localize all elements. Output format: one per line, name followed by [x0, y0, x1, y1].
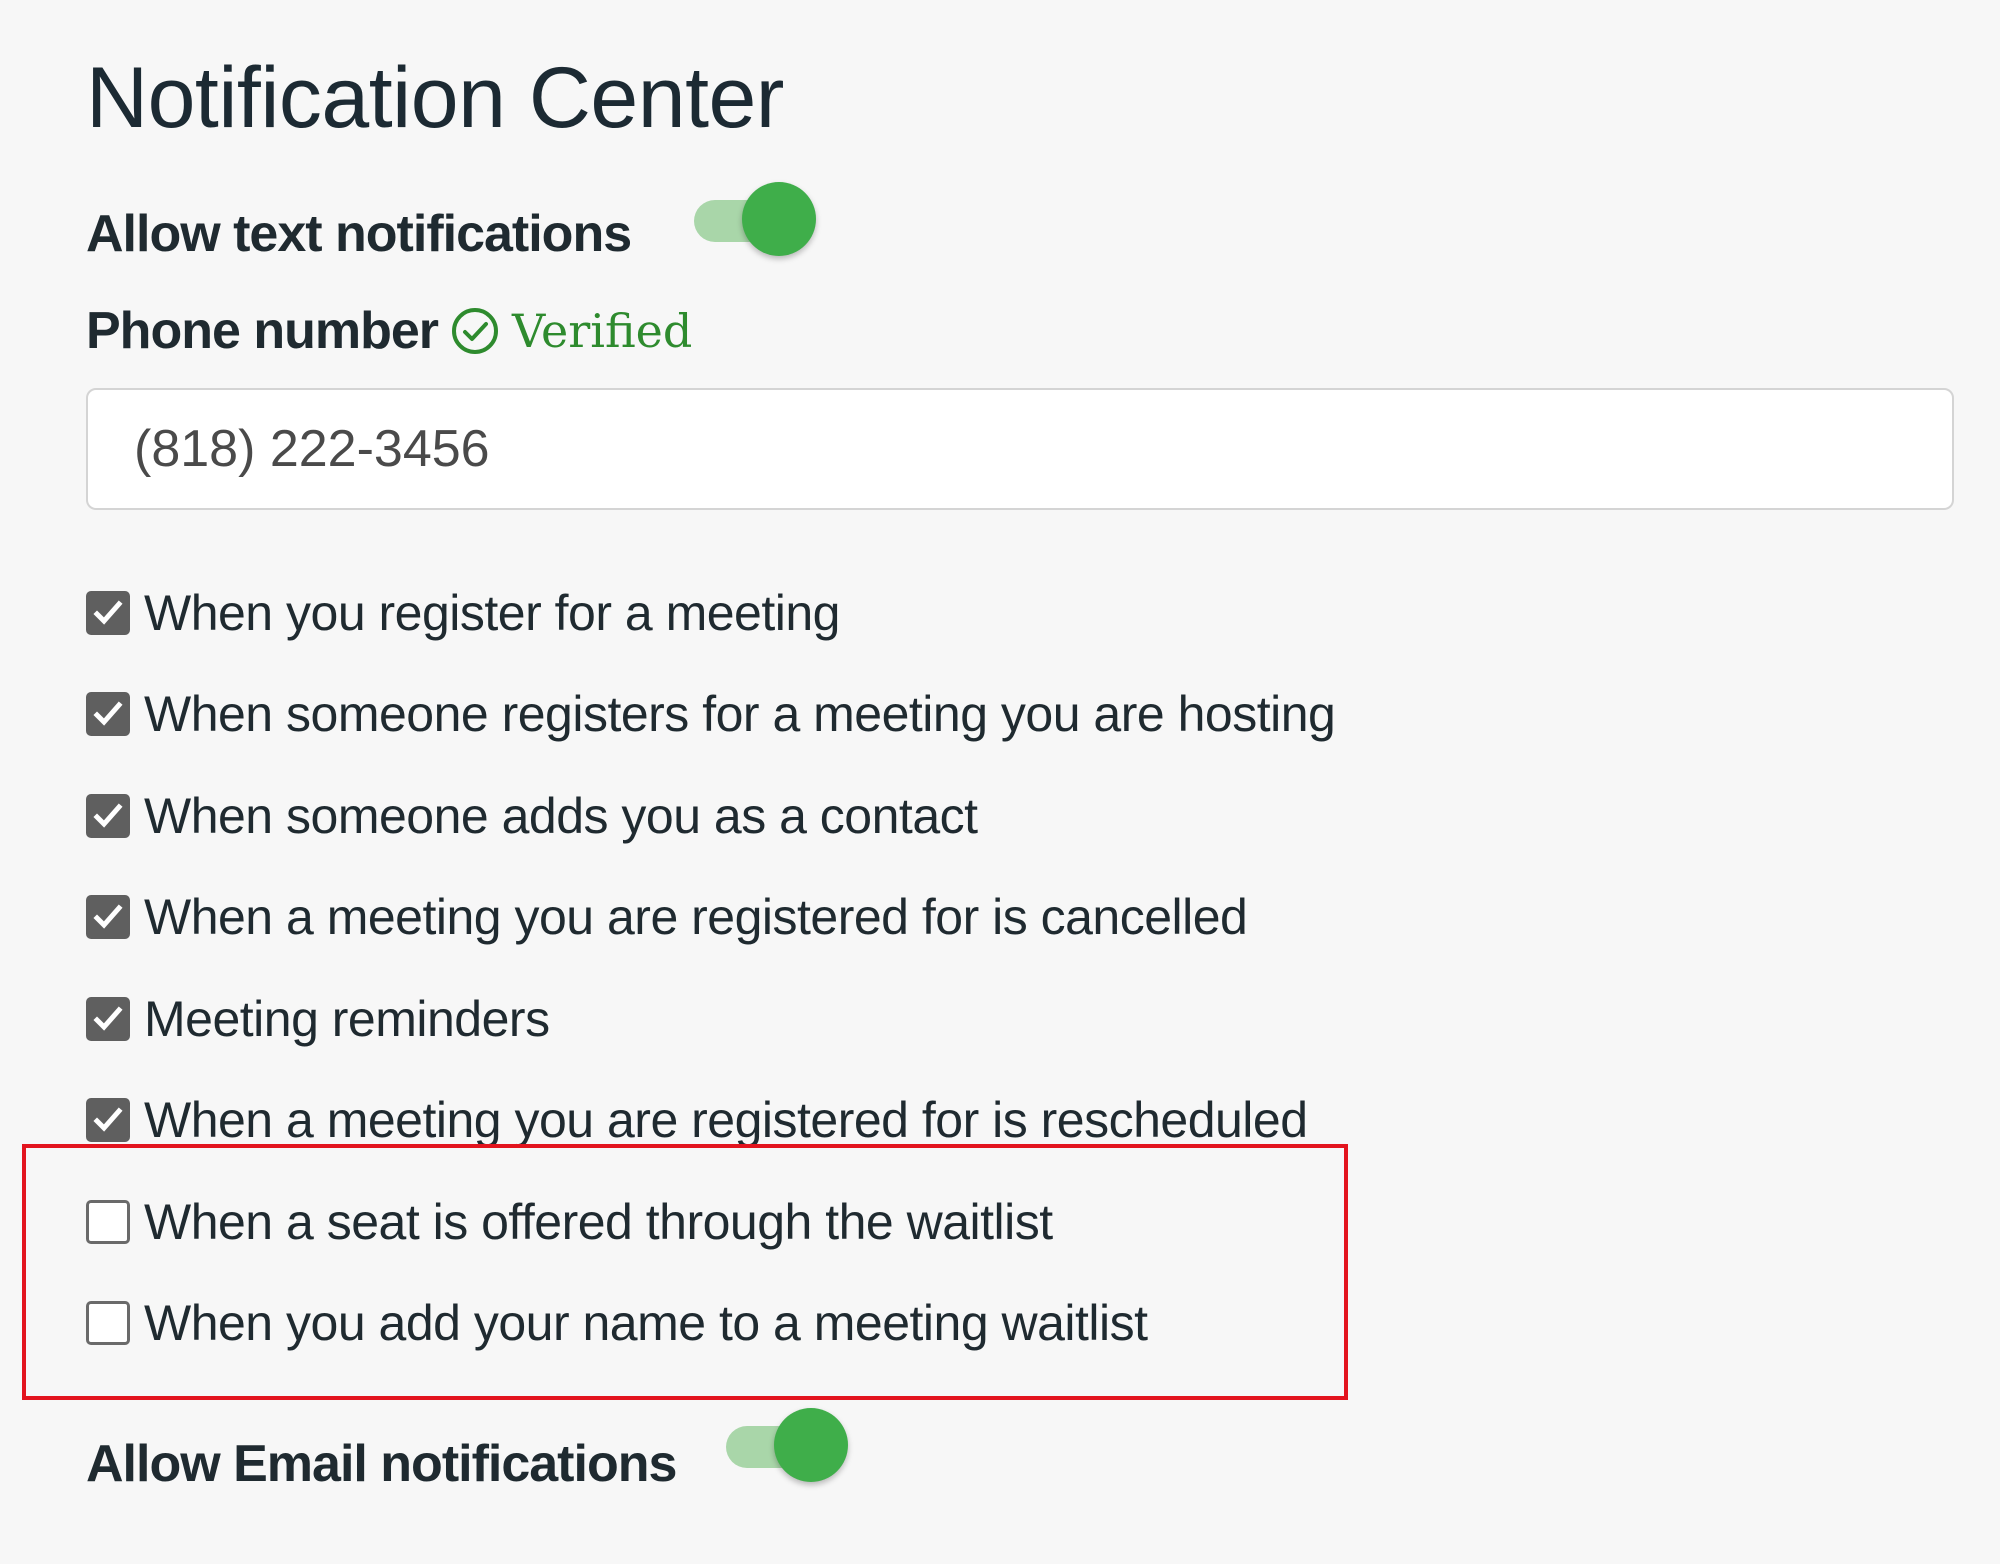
phone-number-label: Phone number	[86, 302, 439, 360]
checkbox-checked[interactable]	[86, 590, 130, 635]
email-notifications-toggle[interactable]	[722, 1408, 848, 1484]
option-label: When a meeting you are registered for is…	[144, 889, 1248, 946]
checkmark-icon	[93, 1006, 123, 1031]
option-label: When a seat is offered through the waitl…	[144, 1193, 1053, 1250]
option-label: When a meeting you are registered for is…	[144, 1092, 1308, 1149]
phone-number-input[interactable]	[86, 388, 1954, 510]
toggle-knob	[742, 182, 816, 256]
notification-option[interactable]: When a meeting you are registered for is…	[86, 1070, 1335, 1172]
option-label: When someone registers for a meeting you…	[144, 686, 1336, 743]
option-label: When you register for a meeting	[144, 584, 840, 641]
option-label: When you add your name to a meeting wait…	[144, 1295, 1148, 1352]
notification-option[interactable]: When you register for a meeting	[86, 562, 1335, 664]
notification-option[interactable]: Meeting reminders	[86, 968, 1335, 1070]
option-label: Meeting reminders	[144, 990, 550, 1047]
checkbox-checked[interactable]	[86, 692, 130, 737]
checkbox-unchecked[interactable]	[86, 1301, 130, 1346]
check-circle-icon	[450, 306, 500, 356]
checkmark-icon	[93, 600, 123, 625]
checkmark-icon	[93, 1107, 123, 1132]
notification-option[interactable]: When a meeting you are registered for is…	[86, 867, 1335, 969]
notification-option[interactable]: When a seat is offered through the waitl…	[86, 1171, 1335, 1273]
text-notifications-toggle[interactable]	[690, 182, 816, 258]
checkbox-checked[interactable]	[86, 895, 130, 940]
verified-status: Verified	[512, 304, 693, 358]
phone-label-row: Phone number Verified	[86, 296, 692, 366]
page-title: Notification Center	[86, 50, 784, 146]
email-notifications-row: Allow Email notifications	[86, 1426, 677, 1502]
checkmark-icon	[93, 904, 123, 929]
notification-option[interactable]: When someone registers for a meeting you…	[86, 664, 1336, 766]
text-notifications-row: Allow text notifications	[86, 196, 632, 272]
notification-option[interactable]: When someone adds you as a contact	[86, 765, 1335, 867]
text-notifications-label: Allow text notifications	[86, 205, 632, 263]
email-notifications-label: Allow Email notifications	[86, 1435, 677, 1493]
notification-option[interactable]: When you add your name to a meeting wait…	[86, 1273, 1335, 1375]
checkbox-checked[interactable]	[86, 1098, 130, 1143]
checkbox-checked[interactable]	[86, 996, 130, 1041]
notification-options-list: When you register for a meeting When some…	[86, 562, 1336, 1375]
checkbox-unchecked[interactable]	[86, 1199, 130, 1244]
option-label: When someone adds you as a contact	[144, 787, 978, 844]
checkmark-icon	[93, 701, 123, 726]
checkbox-checked[interactable]	[86, 793, 130, 838]
toggle-knob	[774, 1408, 848, 1482]
checkmark-icon	[93, 803, 123, 828]
